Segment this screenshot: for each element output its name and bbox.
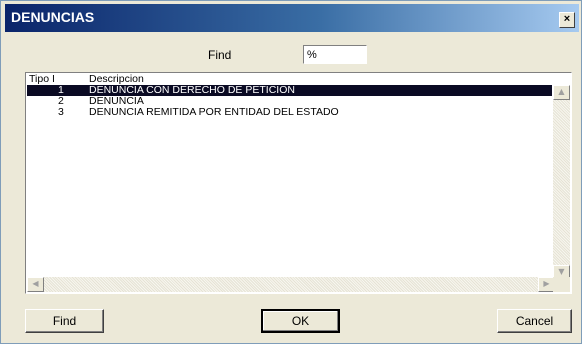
find-button[interactable]: Find (25, 309, 104, 333)
find-label: Find (208, 48, 232, 62)
scroll-right-icon: ▶ (543, 279, 550, 288)
cancel-button[interactable]: Cancel (497, 309, 572, 333)
denuncias-list[interactable]: Tipo I Descripcion 1 DENUNCIA CON DERECH… (25, 72, 572, 294)
title-bar[interactable]: DENUNCIAS × (5, 4, 579, 32)
close-button[interactable]: × (559, 12, 575, 28)
list-row[interactable]: 3 DENUNCIA REMITIDA POR ENTIDAD DEL ESTA… (27, 107, 552, 118)
scroll-up-button[interactable]: ▲ (553, 85, 570, 100)
find-input[interactable] (303, 45, 367, 64)
row-descripcion: DENUNCIA REMITIDA POR ENTIDAD DEL ESTADO (89, 106, 339, 118)
dialog-title: DENUNCIAS (11, 9, 95, 25)
close-icon: × (563, 13, 571, 25)
vertical-scrollbar[interactable]: ▲ ▼ (553, 85, 570, 280)
ok-button[interactable]: OK (261, 309, 340, 333)
scroll-left-button[interactable]: ◀ (27, 277, 44, 292)
column-header-tipo: Tipo I (29, 74, 55, 85)
row-tipo: 3 (58, 106, 64, 118)
denuncias-dialog: DENUNCIAS × Find Tipo I Descripcion 1 DE… (0, 0, 582, 344)
scroll-up-icon: ▲ (558, 87, 565, 96)
scroll-left-icon: ◀ (32, 279, 39, 288)
scrollbar-corner (553, 277, 570, 292)
scroll-down-icon: ▼ (558, 267, 565, 276)
horizontal-scrollbar[interactable]: ◀ ▶ (27, 277, 555, 292)
